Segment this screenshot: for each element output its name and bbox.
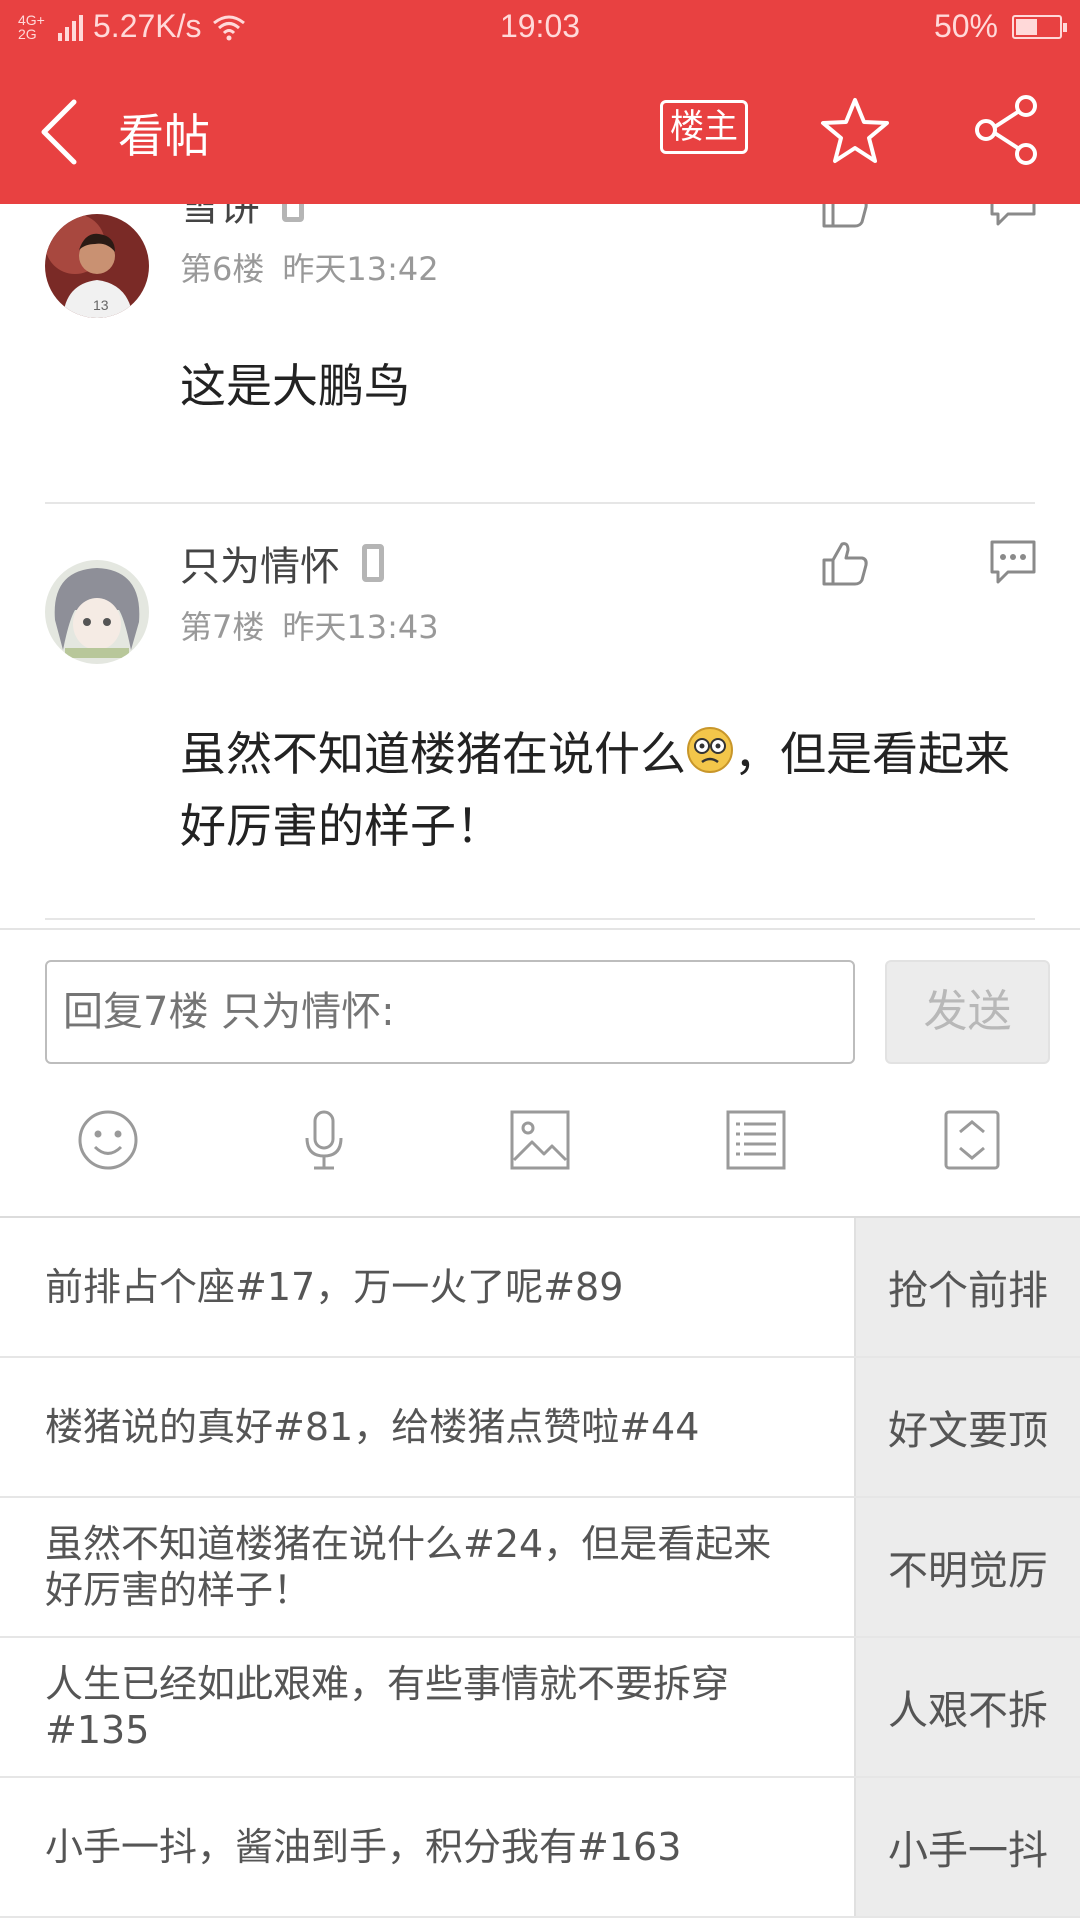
microphone-icon bbox=[305, 1110, 343, 1170]
floor-number: 第6楼 bbox=[180, 250, 265, 288]
floor-number: 第7楼 bbox=[180, 608, 265, 646]
username-text: 只为情怀 bbox=[180, 544, 340, 590]
confused-face-emoji bbox=[687, 727, 733, 773]
quick-reply-tag[interactable]: 小手一抖 bbox=[854, 1778, 1080, 1916]
page-title: 看帖 bbox=[118, 109, 210, 163]
image-button[interactable] bbox=[508, 1108, 572, 1172]
back-arrow-icon bbox=[41, 99, 77, 165]
thumbs-up-icon bbox=[822, 542, 868, 586]
like-button[interactable] bbox=[820, 538, 870, 588]
clock: 19:03 bbox=[499, 8, 581, 44]
post-floor-6: 13 雪饼 第6楼 昨天13:42 这是大鹏鸟 bbox=[0, 204, 1080, 524]
content-text-start: 虽然不知道楼猪在说什么 bbox=[180, 727, 686, 781]
quick-reply-item[interactable]: 人生已经如此艰难，有些事情就不要拆穿#135 人艰不拆 bbox=[0, 1638, 1080, 1778]
comment-icon bbox=[990, 204, 1036, 226]
post-time: 昨天13:42 bbox=[282, 250, 439, 288]
quick-reply-item[interactable]: 小手一抖，酱油到手，积分我有#163 小手一抖 bbox=[0, 1778, 1080, 1918]
thumbs-up-icon bbox=[822, 204, 868, 228]
share-icon bbox=[975, 95, 1037, 165]
status-right: 50% bbox=[933, 8, 1067, 45]
battery-percent: 50% bbox=[933, 8, 998, 44]
emoji-button[interactable] bbox=[76, 1108, 140, 1172]
expand-button[interactable] bbox=[940, 1108, 1004, 1172]
post-time: 昨天13:43 bbox=[282, 608, 439, 646]
quick-reply-item[interactable]: 前排占个座#17，万一火了呢#89 抢个前排 bbox=[0, 1218, 1080, 1358]
quick-reply-item[interactable]: 楼猪说的真好#81，给楼猪点赞啦#44 好文要顶 bbox=[0, 1358, 1080, 1498]
send-button[interactable]: 发送 bbox=[885, 960, 1050, 1064]
quick-reply-tag[interactable]: 不明觉厉 bbox=[854, 1498, 1080, 1636]
expand-icon bbox=[944, 1110, 1000, 1170]
post-meta: 第6楼 昨天13:42 bbox=[180, 244, 439, 290]
quick-reply-text: 人生已经如此艰难，有些事情就不要拆穿#135 bbox=[45, 1662, 730, 1752]
star-icon bbox=[821, 98, 889, 163]
quick-reply-text: 小手一抖，酱油到手，积分我有#163 bbox=[45, 1825, 682, 1869]
battery-icon bbox=[1012, 14, 1067, 39]
divider bbox=[45, 502, 1035, 504]
reply-composer: 发送 bbox=[0, 928, 1080, 1216]
avatar[interactable] bbox=[45, 560, 149, 664]
image-icon bbox=[510, 1110, 570, 1170]
avatar[interactable]: 13 bbox=[45, 214, 149, 318]
comment-icon bbox=[990, 540, 1036, 584]
phone-icon bbox=[362, 544, 384, 582]
quick-reply-text: 前排占个座#17，万一火了呢#89 bbox=[45, 1265, 624, 1309]
quick-reply-tag[interactable]: 抢个前排 bbox=[854, 1218, 1080, 1356]
post-list: 13 雪饼 第6楼 昨天13:42 这是大鹏鸟 只为情怀 第7楼 昨天13:43… bbox=[0, 204, 1080, 928]
reply-input[interactable] bbox=[45, 960, 855, 1064]
phone-icon bbox=[282, 204, 304, 222]
post-meta: 第7楼 昨天13:43 bbox=[180, 602, 439, 648]
back-button[interactable] bbox=[30, 92, 100, 172]
app-bar: 看帖 楼主 bbox=[0, 56, 1080, 204]
username-text: 雪饼 bbox=[180, 204, 260, 230]
owner-only-button[interactable]: 楼主 bbox=[660, 100, 748, 154]
status-bar: 4G+ 2G 5.27K/s 19:03 50% bbox=[0, 0, 1080, 56]
quick-reply-item[interactable]: 虽然不知道楼猪在说什么#24，但是看起来好厉害的样子！ 不明觉厉 bbox=[0, 1498, 1080, 1638]
post-content: 虽然不知道楼猪在说什么 ，但是看起来好厉害的样子！ bbox=[180, 718, 1020, 862]
avatar-image bbox=[45, 560, 149, 664]
quick-reply-text: 楼猪说的真好#81，给楼猪点赞啦#44 bbox=[45, 1405, 700, 1449]
quick-reply-tag[interactable]: 人艰不拆 bbox=[854, 1638, 1080, 1776]
avatar-image: 13 bbox=[45, 214, 149, 318]
svg-text:13: 13 bbox=[93, 297, 109, 313]
emoji-icon bbox=[78, 1110, 138, 1170]
voice-button[interactable] bbox=[292, 1108, 356, 1172]
divider bbox=[45, 918, 1035, 920]
reply-button[interactable] bbox=[988, 538, 1038, 586]
list-icon bbox=[726, 1110, 786, 1170]
quick-reply-list: 前排占个座#17，万一火了呢#89 抢个前排 楼猪说的真好#81，给楼猪点赞啦#… bbox=[0, 1216, 1080, 1920]
post-content: 这是大鹏鸟 bbox=[180, 359, 410, 413]
quick-reply-tag[interactable]: 好文要顶 bbox=[854, 1358, 1080, 1496]
quick-reply-text: 虽然不知道楼猪在说什么#24，但是看起来好厉害的样子！ bbox=[45, 1522, 772, 1612]
username[interactable]: 只为情怀 bbox=[180, 534, 384, 592]
favorite-button[interactable] bbox=[820, 96, 890, 166]
list-button[interactable] bbox=[724, 1108, 788, 1172]
post-floor-7: 只为情怀 第7楼 昨天13:43 虽然不知道楼猪在说什么 ，但是看起来好厉害的样… bbox=[0, 534, 1080, 924]
reply-button[interactable] bbox=[988, 204, 1038, 228]
like-button[interactable] bbox=[820, 204, 870, 230]
share-button[interactable] bbox=[970, 94, 1042, 166]
username[interactable]: 雪饼 bbox=[180, 204, 304, 232]
